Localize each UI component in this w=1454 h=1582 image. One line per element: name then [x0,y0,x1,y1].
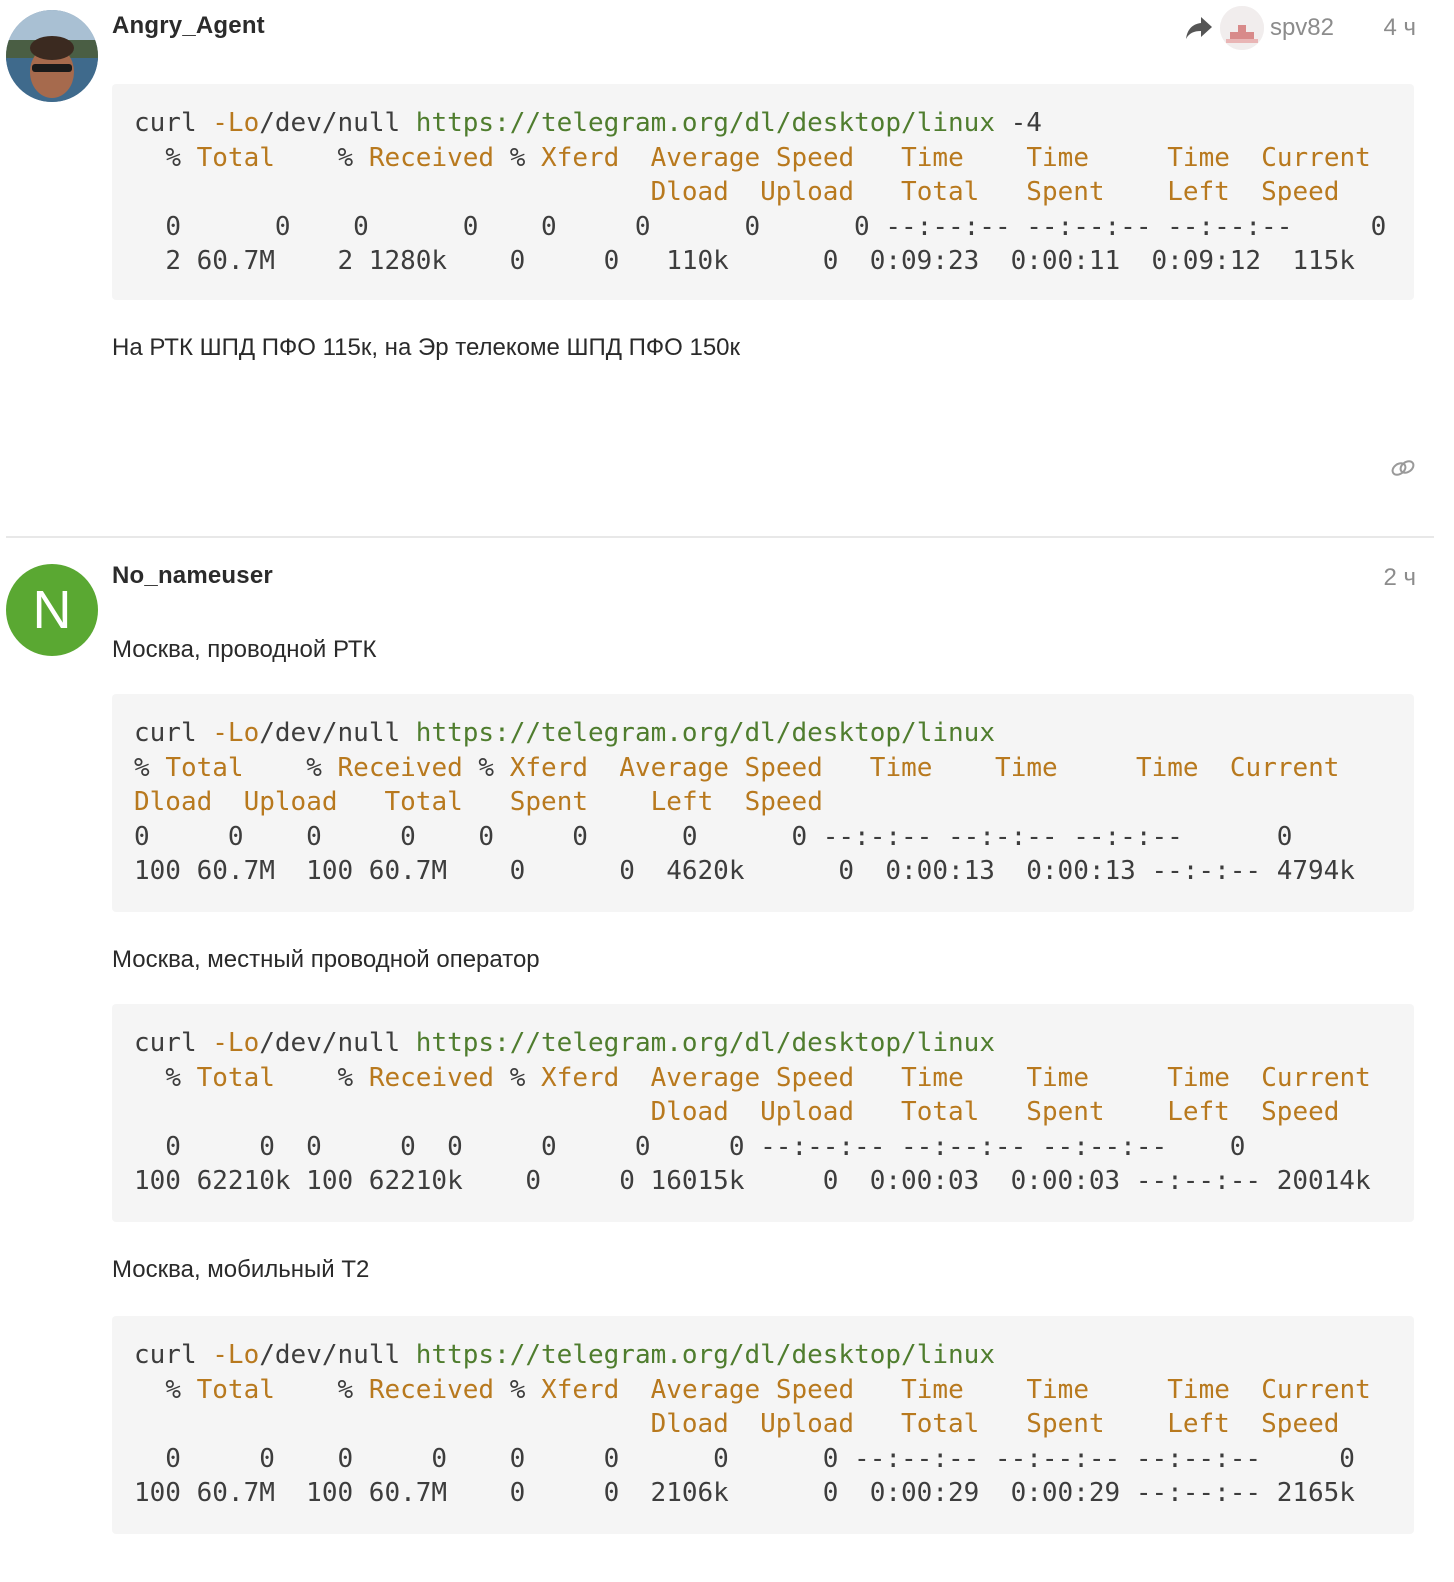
code-block: curl -Lo/dev/null https://telegram.org/d… [112,1316,1414,1534]
code-text: curl -Lo/dev/null https://telegram.org/d… [134,1340,1371,1508]
post-divider [6,536,1434,538]
code-text: curl -Lo/dev/null https://telegram.org/d… [134,108,1387,276]
post-text: На РТК ШПД ПФО 115к, на Эр телекоме ШПД … [112,334,741,361]
avatar[interactable] [6,10,98,102]
avatar-letter: N [32,580,72,640]
reply-arrow-icon [1185,17,1212,39]
post-time[interactable]: 2 ч [1383,564,1416,592]
code-block: curl -Lo/dev/null https://telegram.org/d… [112,84,1414,300]
reply-info[interactable]: spv82 [1184,6,1334,50]
section-label: Москва, местный проводной оператор [112,946,540,973]
username[interactable]: No_nameuser [112,562,273,590]
user-photo-icon [6,10,98,102]
reply-avatar [1219,6,1264,50]
section-label: Москва, проводной РТК [112,636,377,663]
code-block: curl -Lo/dev/null https://telegram.org/d… [112,694,1414,912]
post-no-nameuser: N No_nameuser 2 ч Москва, проводной РТК … [0,540,1454,1582]
reply-username[interactable]: spv82 [1270,14,1334,42]
link-icon[interactable] [1390,456,1416,480]
code-block: curl -Lo/dev/null https://telegram.org/d… [112,1004,1414,1222]
section-label: Москва, мобильный Т2 [112,1256,370,1283]
reply-avatar-icon [1219,6,1264,50]
post-angry-agent: Angry_Agent spv82 4 ч curl -Lo/dev/null … [0,0,1454,530]
code-text: curl -Lo/dev/null https://telegram.org/d… [134,1028,1371,1196]
post-time[interactable]: 4 ч [1383,14,1416,42]
username[interactable]: Angry_Agent [112,12,265,40]
code-text: curl -Lo/dev/null https://telegram.org/d… [134,718,1355,886]
avatar[interactable]: N [6,564,98,656]
